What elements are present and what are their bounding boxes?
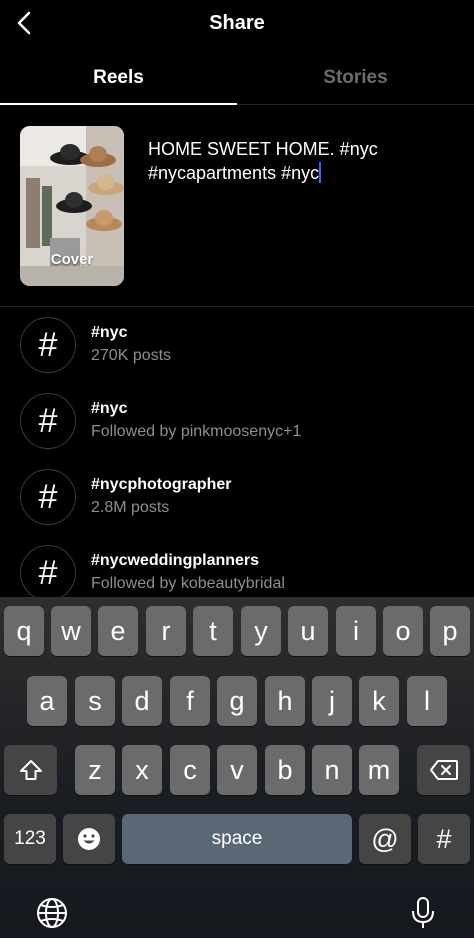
key-g[interactable]: g (217, 676, 257, 726)
key-z[interactable]: z (75, 745, 115, 795)
hashtag-name: #nycphotographer (91, 476, 232, 493)
emoji-icon (78, 828, 100, 850)
text-cursor (319, 162, 322, 183)
tab-stories[interactable]: Stories (237, 52, 474, 106)
key-f[interactable]: f (170, 676, 210, 726)
hashtag-icon: # (20, 469, 76, 525)
key-c[interactable]: c (170, 745, 210, 795)
caption-input[interactable]: HOME SWEET HOME. #nyc #nycapartments #ny… (148, 137, 458, 185)
key-b[interactable]: b (265, 745, 305, 795)
hashtag-detail: 270K posts (91, 347, 172, 364)
cover-thumbnail[interactable]: Cover (20, 126, 124, 286)
hashtag-icon: # (20, 317, 76, 373)
cover-label: Cover (50, 251, 94, 268)
key-t[interactable]: t (193, 606, 233, 656)
at-key[interactable]: @ (359, 814, 411, 864)
key-l[interactable]: l (407, 676, 447, 726)
hashtag-detail: 2.8M posts (91, 499, 170, 516)
globe-button[interactable] (35, 896, 69, 930)
caption-line-2: #nycapartments #nyc (148, 163, 320, 183)
key-m[interactable]: m (359, 745, 399, 795)
hashtag-name: #nycweddingplanners (91, 552, 260, 569)
hashtag-icon: # (20, 393, 76, 449)
key-w[interactable]: w (51, 606, 91, 656)
hashtag-detail: Followed by kobeautybridal (91, 575, 285, 592)
key-k[interactable]: k (359, 676, 399, 726)
key-p[interactable]: p (430, 606, 470, 656)
key-q[interactable]: q (4, 606, 44, 656)
caption-line-2-wrap: #nycapartments #nyc (148, 161, 458, 185)
microphone-icon (412, 897, 434, 928)
space-key[interactable]: space (122, 814, 352, 864)
backspace-icon (429, 760, 458, 780)
key-n[interactable]: n (312, 745, 352, 795)
hashtag-suggestions: # #nyc 270K posts # #nyc Followed by pin… (0, 307, 474, 597)
page-title: Share (209, 12, 265, 34)
emoji-key[interactable] (63, 814, 115, 864)
hashtag-name: #nyc (91, 400, 128, 417)
list-item[interactable]: # #nycweddingplanners Followed by kobeau… (0, 535, 474, 597)
key-u[interactable]: u (288, 606, 328, 656)
caption-line-1: HOME SWEET HOME. #nyc (148, 139, 378, 159)
header: Share (0, 0, 474, 48)
tab-reels[interactable]: Reels (0, 52, 237, 106)
tab-divider (237, 104, 474, 105)
hashtag-icon: # (20, 545, 76, 597)
microphone-button[interactable] (406, 896, 440, 930)
shift-icon (19, 760, 42, 780)
backspace-key[interactable] (417, 745, 470, 795)
hashtag-detail: Followed by pinkmoosenyc+1 (91, 423, 302, 440)
shift-key[interactable] (4, 745, 57, 795)
key-y[interactable]: y (241, 606, 281, 656)
tab-bar: Reels Stories (0, 52, 474, 106)
list-item[interactable]: # #nyc Followed by pinkmoosenyc+1 (0, 383, 474, 459)
numbers-key[interactable]: 123 (4, 814, 56, 864)
hash-key[interactable]: # (418, 814, 470, 864)
hashtag-name: #nyc (91, 324, 128, 341)
key-s[interactable]: s (75, 676, 115, 726)
key-v[interactable]: v (217, 745, 257, 795)
key-e[interactable]: e (98, 606, 138, 656)
list-item[interactable]: # #nyc 270K posts (0, 307, 474, 383)
key-x[interactable]: x (122, 745, 162, 795)
active-tab-indicator (0, 103, 237, 105)
key-a[interactable]: a (27, 676, 67, 726)
globe-icon (37, 898, 67, 928)
key-r[interactable]: r (146, 606, 186, 656)
key-j[interactable]: j (312, 676, 352, 726)
list-item[interactable]: # #nycphotographer 2.8M posts (0, 459, 474, 535)
keyboard: q w e r t y u i o p a s d f g h j k l z … (0, 597, 474, 938)
key-d[interactable]: d (122, 676, 162, 726)
key-h[interactable]: h (265, 676, 305, 726)
key-o[interactable]: o (383, 606, 423, 656)
key-i[interactable]: i (336, 606, 376, 656)
